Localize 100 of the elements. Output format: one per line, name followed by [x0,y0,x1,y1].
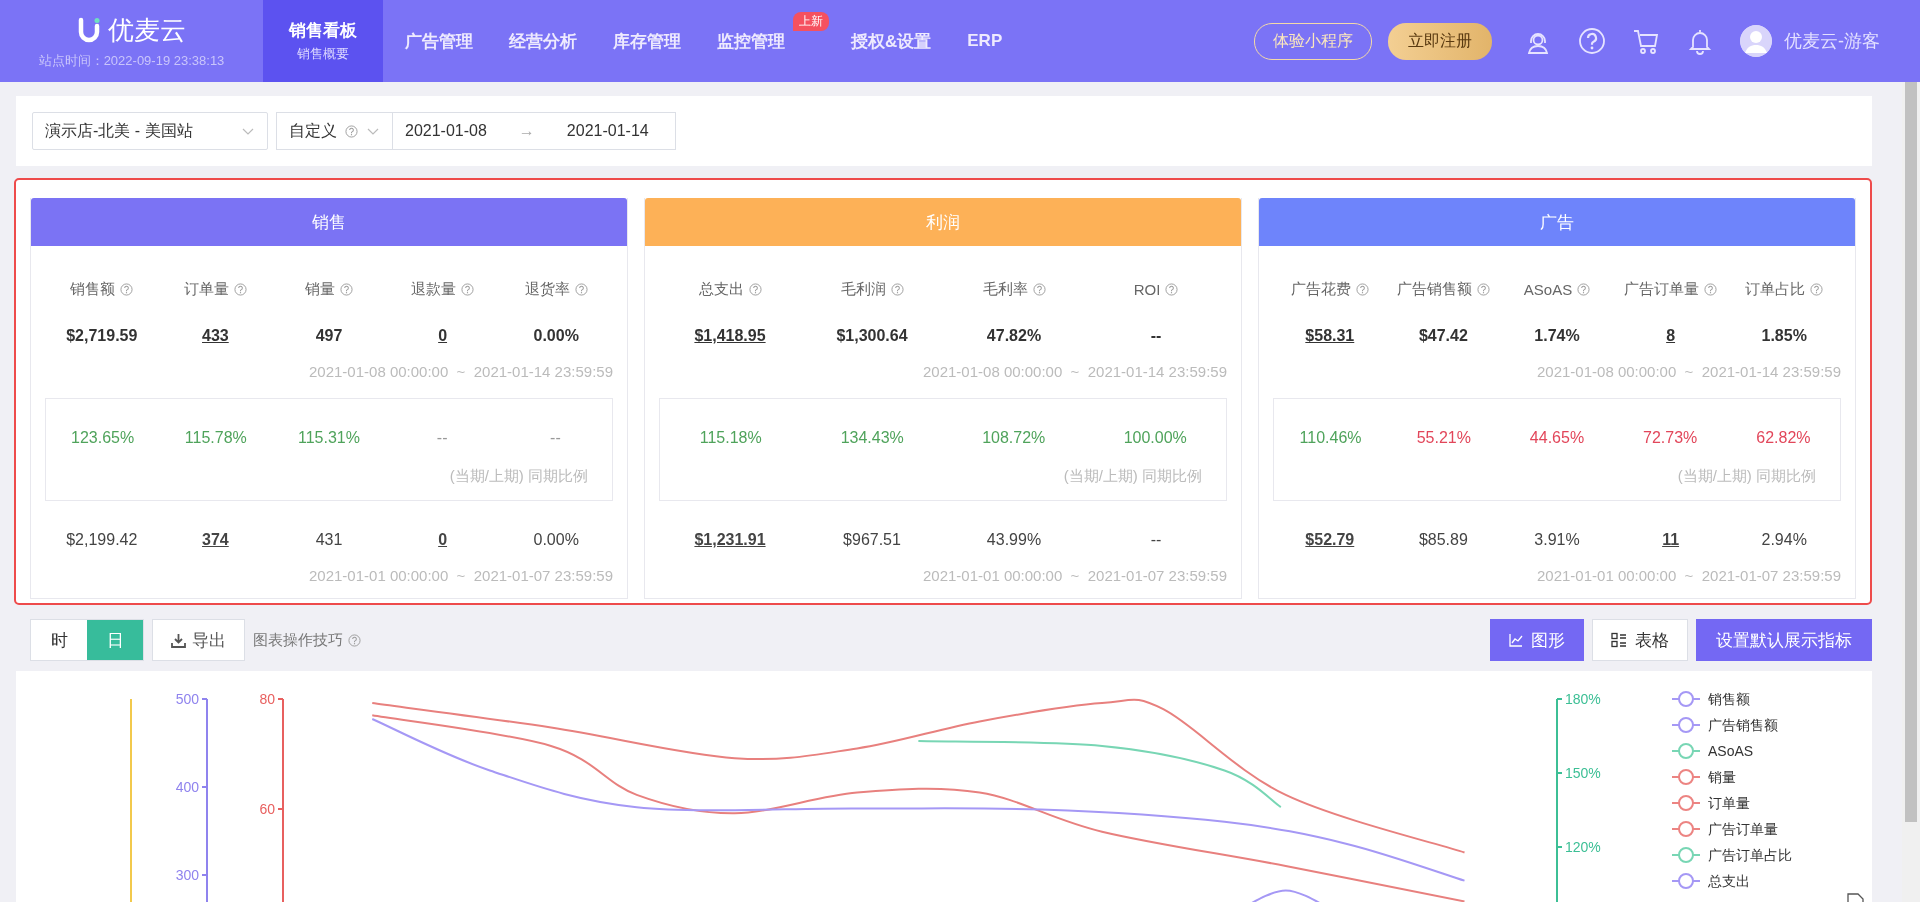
register-button[interactable]: 立即注册 [1388,22,1492,60]
granularity-toggle[interactable]: 时 [31,620,87,660]
help-icon[interactable] [1810,283,1824,296]
ratio-note: (当期/上期) 同期比例 [448,467,589,486]
metric-link[interactable]: $1,231.91 [694,531,766,548]
legend-marker[interactable] [1671,847,1701,863]
card-header: 利润 [645,198,1241,246]
ratio-value: 110.46% [1299,429,1362,446]
help-icon[interactable] [1355,283,1369,296]
legend-marker[interactable] [1671,743,1701,759]
help-icon[interactable] [574,283,588,296]
help-icon[interactable] [1704,283,1718,296]
bell-icon[interactable] [1686,27,1714,55]
metric-link[interactable]: 433 [202,327,229,344]
axis-tick-label: 300 [175,867,199,883]
legend-marker[interactable] [1671,691,1701,707]
axis-tick-label: 180% [1565,691,1601,707]
ratio-note: (当期/上期) 同期比例 [1676,467,1817,486]
metric-value: 1.74% [1534,327,1580,344]
help-icon[interactable] [1032,283,1046,296]
legend-label[interactable]: 销量 [1708,769,1736,785]
legend-label[interactable]: 广告订单量 [1708,821,1778,837]
ratio-note: (当期/上期) 同期比例 [1062,467,1203,486]
metric-link[interactable]: $52.79 [1305,531,1355,548]
metric-value: $2,719.59 [66,327,138,344]
cart-icon[interactable] [1632,27,1660,55]
metric-label: 广告花费 [1290,280,1351,299]
legend-label[interactable]: 广告销售额 [1708,717,1778,733]
export-button[interactable]: 导出 [152,619,245,661]
metric-label: ASoAS [1523,281,1573,298]
ratio-value: 72.73% [1643,429,1698,446]
help-icon[interactable] [345,124,358,138]
metric-link[interactable]: 0 [438,531,448,548]
ratio-value: 100.00% [1123,429,1187,446]
metric-value: 43.99% [986,531,1042,548]
store-select[interactable]: 演示店-北美 - 美国站 [32,112,268,150]
metric-link[interactable]: 0 [438,327,448,344]
help-icon[interactable] [1165,283,1179,296]
end-date[interactable]: 2021-01-14 [554,122,661,140]
axis-tick-label: 150% [1565,765,1601,781]
legend-marker[interactable] [1671,717,1701,733]
new-badge: 上新 [793,12,829,31]
ratio-value: 108.72% [982,429,1046,446]
date-range: 2021-01-08 00:00:00 ~ 2021-01-14 23:59:59 [1536,363,1841,380]
metric-label: 广告订单量 [1624,280,1700,299]
metric-link[interactable]: 11 [1662,531,1680,548]
logo-icon [77,17,100,43]
axis-tick-label: 60 [259,801,275,817]
help-icon[interactable] [461,283,475,296]
ratio-value: 62.82% [1756,429,1811,446]
metric-label: 退货率 [524,280,570,299]
axis-tick-label: 400 [175,779,199,795]
legend-label[interactable]: 销售额 [1708,691,1750,707]
scrollbar[interactable] [1902,82,1920,902]
card-header: 广告 [1259,198,1855,246]
help-icon[interactable] [1476,283,1490,296]
legend-label[interactable]: 广告订单占比 [1708,847,1792,863]
range-type-select[interactable]: 自定义 [277,113,393,149]
legend-marker[interactable] [1671,821,1701,837]
date-range: 2021-01-01 00:00:00 ~ 2021-01-07 23:59:59 [308,567,613,584]
help-icon[interactable] [748,283,762,296]
view-toggle[interactable]: 表格 [1592,619,1688,661]
help-icon[interactable] [348,633,361,647]
default-metrics-button[interactable]: 设置默认展示指标 [1696,619,1872,661]
metric-value: $2,199.42 [66,531,138,548]
ratio-value: 55.21% [1416,429,1471,446]
nav-tab[interactable]: 销售看板 销售概要 [263,0,383,82]
legend-label[interactable]: 订单量 [1708,795,1750,811]
ratio-value: 123.65% [71,429,135,446]
metric-label: 销售额 [70,280,116,299]
date-separator: → [517,122,536,140]
legend-label[interactable]: ASoAS [1708,743,1754,759]
legend-marker[interactable] [1671,795,1701,811]
metric-link[interactable]: 374 [202,531,229,548]
document-icon[interactable] [1847,893,1864,902]
logo-text: 优麦云 [107,13,186,47]
axis-tick-label: 120% [1565,839,1601,855]
metric-value: 2.94% [1761,531,1807,548]
start-date[interactable]: 2021-01-08 [393,122,499,140]
help-icon[interactable] [233,283,247,296]
metric-link[interactable]: $58.31 [1305,327,1355,344]
help-icon[interactable] [340,283,353,296]
ratio-value: 115.78% [184,429,247,446]
help-icon[interactable] [890,283,904,296]
help-icon[interactable] [120,283,134,296]
metric-label: 广告销售额 [1396,280,1472,299]
view-toggle[interactable]: 图形 [1490,619,1584,661]
ratio-value: -- [550,429,561,446]
legend-marker[interactable] [1671,873,1701,889]
legend-label[interactable]: 总支出 [1708,873,1750,889]
metric-value: -- [1150,531,1162,548]
legend-marker[interactable] [1671,769,1701,785]
metric-value: 1.85% [1761,327,1807,344]
metric-link[interactable]: 8 [1666,327,1676,344]
help-icon[interactable] [1577,283,1591,296]
metric-value: 0.00% [533,327,579,344]
chart-tips-link[interactable]: 图表操作技巧 [253,630,343,650]
avatar-icon[interactable] [1740,25,1772,57]
metric-value: $47.42 [1418,327,1468,344]
metric-link[interactable]: $1,418.95 [694,327,766,344]
